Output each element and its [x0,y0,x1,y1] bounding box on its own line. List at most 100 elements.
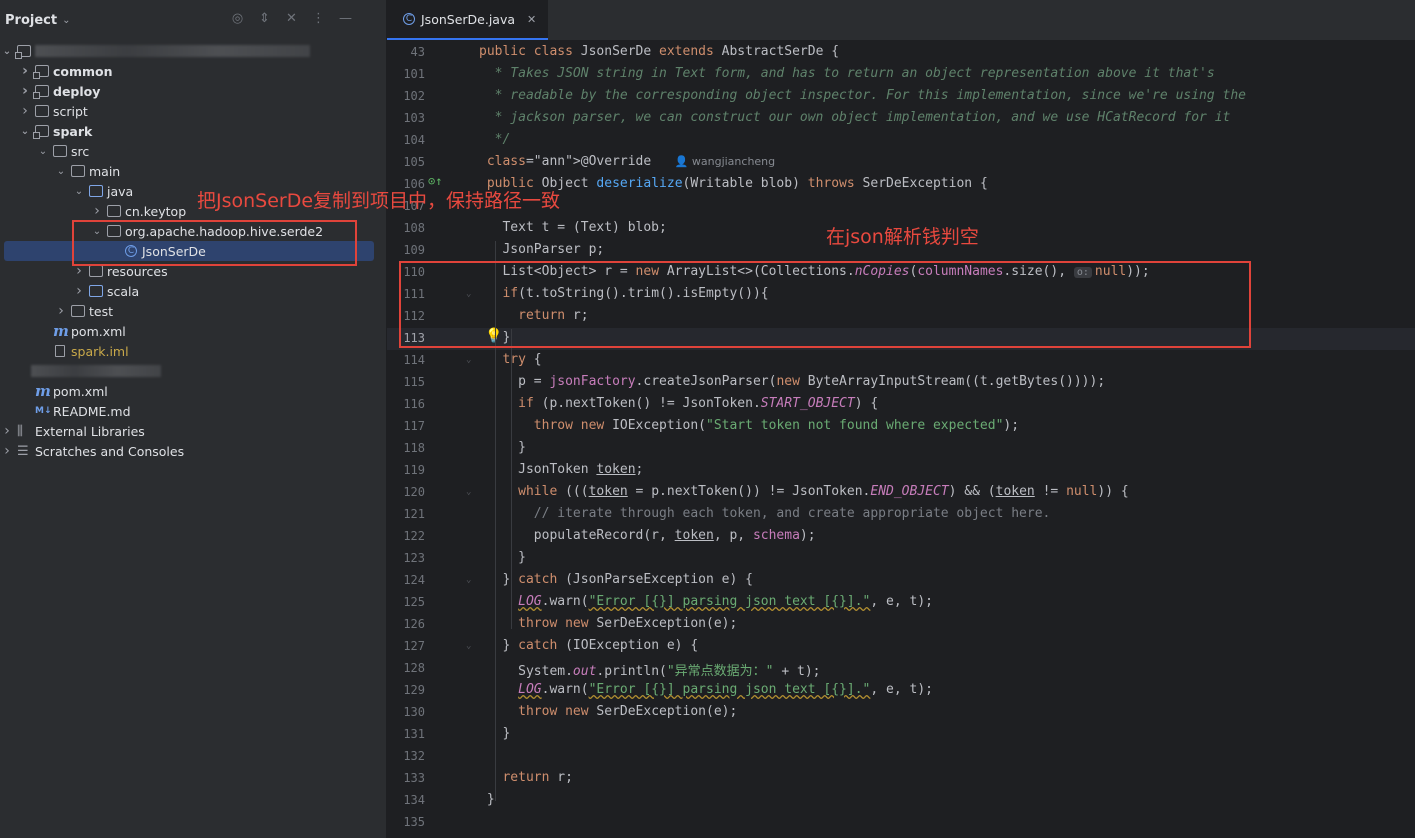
module-folder-icon [33,85,49,99]
editor-tabs: C JsonSerDe.java ✕ [387,0,1415,41]
line-number: 120 [403,485,425,499]
annotation-copy-note: 把JsonSerDe复制到项目中，保持路径一致 [197,190,561,212]
tree-item-label: script [53,103,88,119]
chevron-down-icon[interactable]: ⌄ [73,186,85,197]
code-line[interactable]: throw new SerDeException(e); [479,704,737,719]
module-folder-icon [33,65,49,79]
code-line[interactable]: return r; [479,770,572,785]
tree-item-label: java [107,183,134,199]
line-number: 127 [403,639,425,653]
tree-item[interactable]: m pom.xml [0,321,386,341]
folder-icon [89,185,103,197]
line-number: 122 [403,529,425,543]
chevron-right-icon[interactable]: › [19,63,31,79]
chevron-down-icon[interactable]: ⌄ [62,15,70,26]
code-line[interactable]: * readable by the corresponding object i… [479,88,1246,103]
chevron-right-icon[interactable]: › [19,83,31,99]
tree-item-label: scala [107,283,140,299]
code-editor[interactable]: 43 public class JsonSerDe extends Abstrac… [387,41,1415,838]
code-line[interactable]: while (((token = p.nextToken()) != JsonT… [479,484,1129,499]
chevron-down-icon[interactable]: ⌄ [19,126,31,137]
chevron-down-icon[interactable]: ⌄ [55,166,67,177]
code-line[interactable]: public class JsonSerDe extends AbstractS… [479,44,839,59]
code-line[interactable]: p = jsonFactory.createJsonParser(new Byt… [479,374,1105,389]
tree-item[interactable]: ⌄ src [0,141,386,161]
line-number: 134 [403,793,425,807]
tree-item[interactable]: › test [0,301,386,321]
collapse-all-icon[interactable]: ✕ [285,11,298,26]
chevron-down-icon[interactable]: ⌄ [1,46,13,57]
fold-icon[interactable]: ⌄ [466,487,471,497]
chevron-right-icon[interactable]: › [1,423,13,439]
code-line[interactable]: // iterate through each token, and creat… [479,506,1051,521]
tree-item[interactable]: M↓ README.md [0,401,386,421]
library-icon: ⫼ [17,423,23,439]
fold-icon[interactable]: ⌄ [466,575,471,585]
tree-item[interactable]: ⌄ spark [0,121,386,141]
line-number: 103 [403,111,425,125]
tree-item[interactable]: › deploy [0,81,386,101]
chevron-down-icon[interactable]: ⌄ [37,146,49,157]
iml-file-icon [55,345,65,357]
code-line[interactable]: class="ann">@Override 👤 wangjiancheng [479,154,775,169]
fold-icon[interactable]: ⌄ [466,355,471,365]
line-number: 135 [403,815,425,829]
close-tab-icon[interactable]: ✕ [527,13,536,26]
tree-item-label: common [53,63,113,79]
tree-item-label: main [89,163,121,179]
tree-item-label: test [89,303,114,319]
tree-item[interactable] [0,361,386,381]
highlight-box-empty-check [399,261,1251,348]
project-title[interactable]: Project [5,13,57,28]
tree-item[interactable]: › ☰ Scratches and Consoles [0,441,386,461]
line-number: 109 [403,243,425,257]
code-line[interactable]: } catch (IOException e) { [479,638,698,653]
tab-jsonserde[interactable]: C JsonSerDe.java ✕ [387,0,549,40]
code-line[interactable]: LOG.warn("Error [{}] parsing json text [… [479,682,933,697]
code-line[interactable]: throw new SerDeException(e); [479,616,737,631]
line-number: 105 [403,155,425,169]
code-line[interactable]: JsonToken token; [479,462,643,477]
tree-item[interactable]: ⌄ main [0,161,386,181]
fold-icon[interactable]: ⌄ [466,641,471,651]
line-number: 132 [403,749,425,763]
tree-item[interactable]: › ⫼ External Libraries [0,421,386,441]
tab-label: JsonSerDe.java [421,11,516,27]
code-line[interactable]: JsonParser p; [479,242,604,257]
code-line[interactable]: } catch (JsonParseException e) { [479,572,752,587]
chevron-right-icon[interactable]: › [55,303,67,319]
tree-item[interactable]: ⌄ [0,41,386,61]
expand-all-icon[interactable]: ⇕ [258,11,271,26]
code-line[interactable]: */ [479,132,511,147]
tree-item[interactable]: › scala [0,281,386,301]
tree-item[interactable]: › script [0,101,386,121]
line-number: 126 [403,617,425,631]
code-line[interactable]: * jackson parser, we can construct our o… [479,110,1231,125]
tree-item-label: External Libraries [35,423,145,439]
tree-item[interactable]: › common [0,61,386,81]
chevron-right-icon[interactable]: › [19,103,31,119]
code-line[interactable]: * Takes JSON string in Text form, and ha… [479,66,1215,81]
code-line[interactable]: throw new IOException("Start token not f… [479,418,1019,433]
code-line[interactable]: } [479,440,526,455]
code-line[interactable]: System.out.println("异常点数据为：" + t); [479,660,820,679]
more-options-icon[interactable]: ⋮ [312,11,325,26]
tree-item[interactable]: m pom.xml [0,381,386,401]
code-line[interactable]: Text t = (Text) blob; [479,220,666,235]
indent-guide [511,329,512,629]
code-line[interactable]: } [479,550,526,565]
code-line[interactable]: populateRecord(r, token, p, schema); [479,528,816,543]
chevron-right-icon[interactable]: › [1,443,13,459]
code-line[interactable]: } [479,792,495,807]
chevron-right-icon[interactable]: › [91,203,103,219]
locate-icon[interactable]: ◎ [231,11,244,26]
tree-item[interactable]: spark.iml [0,341,386,361]
module-folder-icon [33,125,49,139]
chevron-right-icon[interactable]: › [73,283,85,299]
project-panel: Project ⌄ ◎ ⇕ ✕ ⋮ — ⌄ › common › deploy › scri… [0,0,387,838]
line-number: 128 [403,661,425,675]
module-folder-icon [15,45,31,59]
code-line[interactable]: if (p.nextToken() != JsonToken.START_OBJ… [479,396,878,411]
code-line[interactable]: LOG.warn("Error [{}] parsing json text [… [479,594,933,609]
hide-panel-icon[interactable]: — [339,11,352,26]
